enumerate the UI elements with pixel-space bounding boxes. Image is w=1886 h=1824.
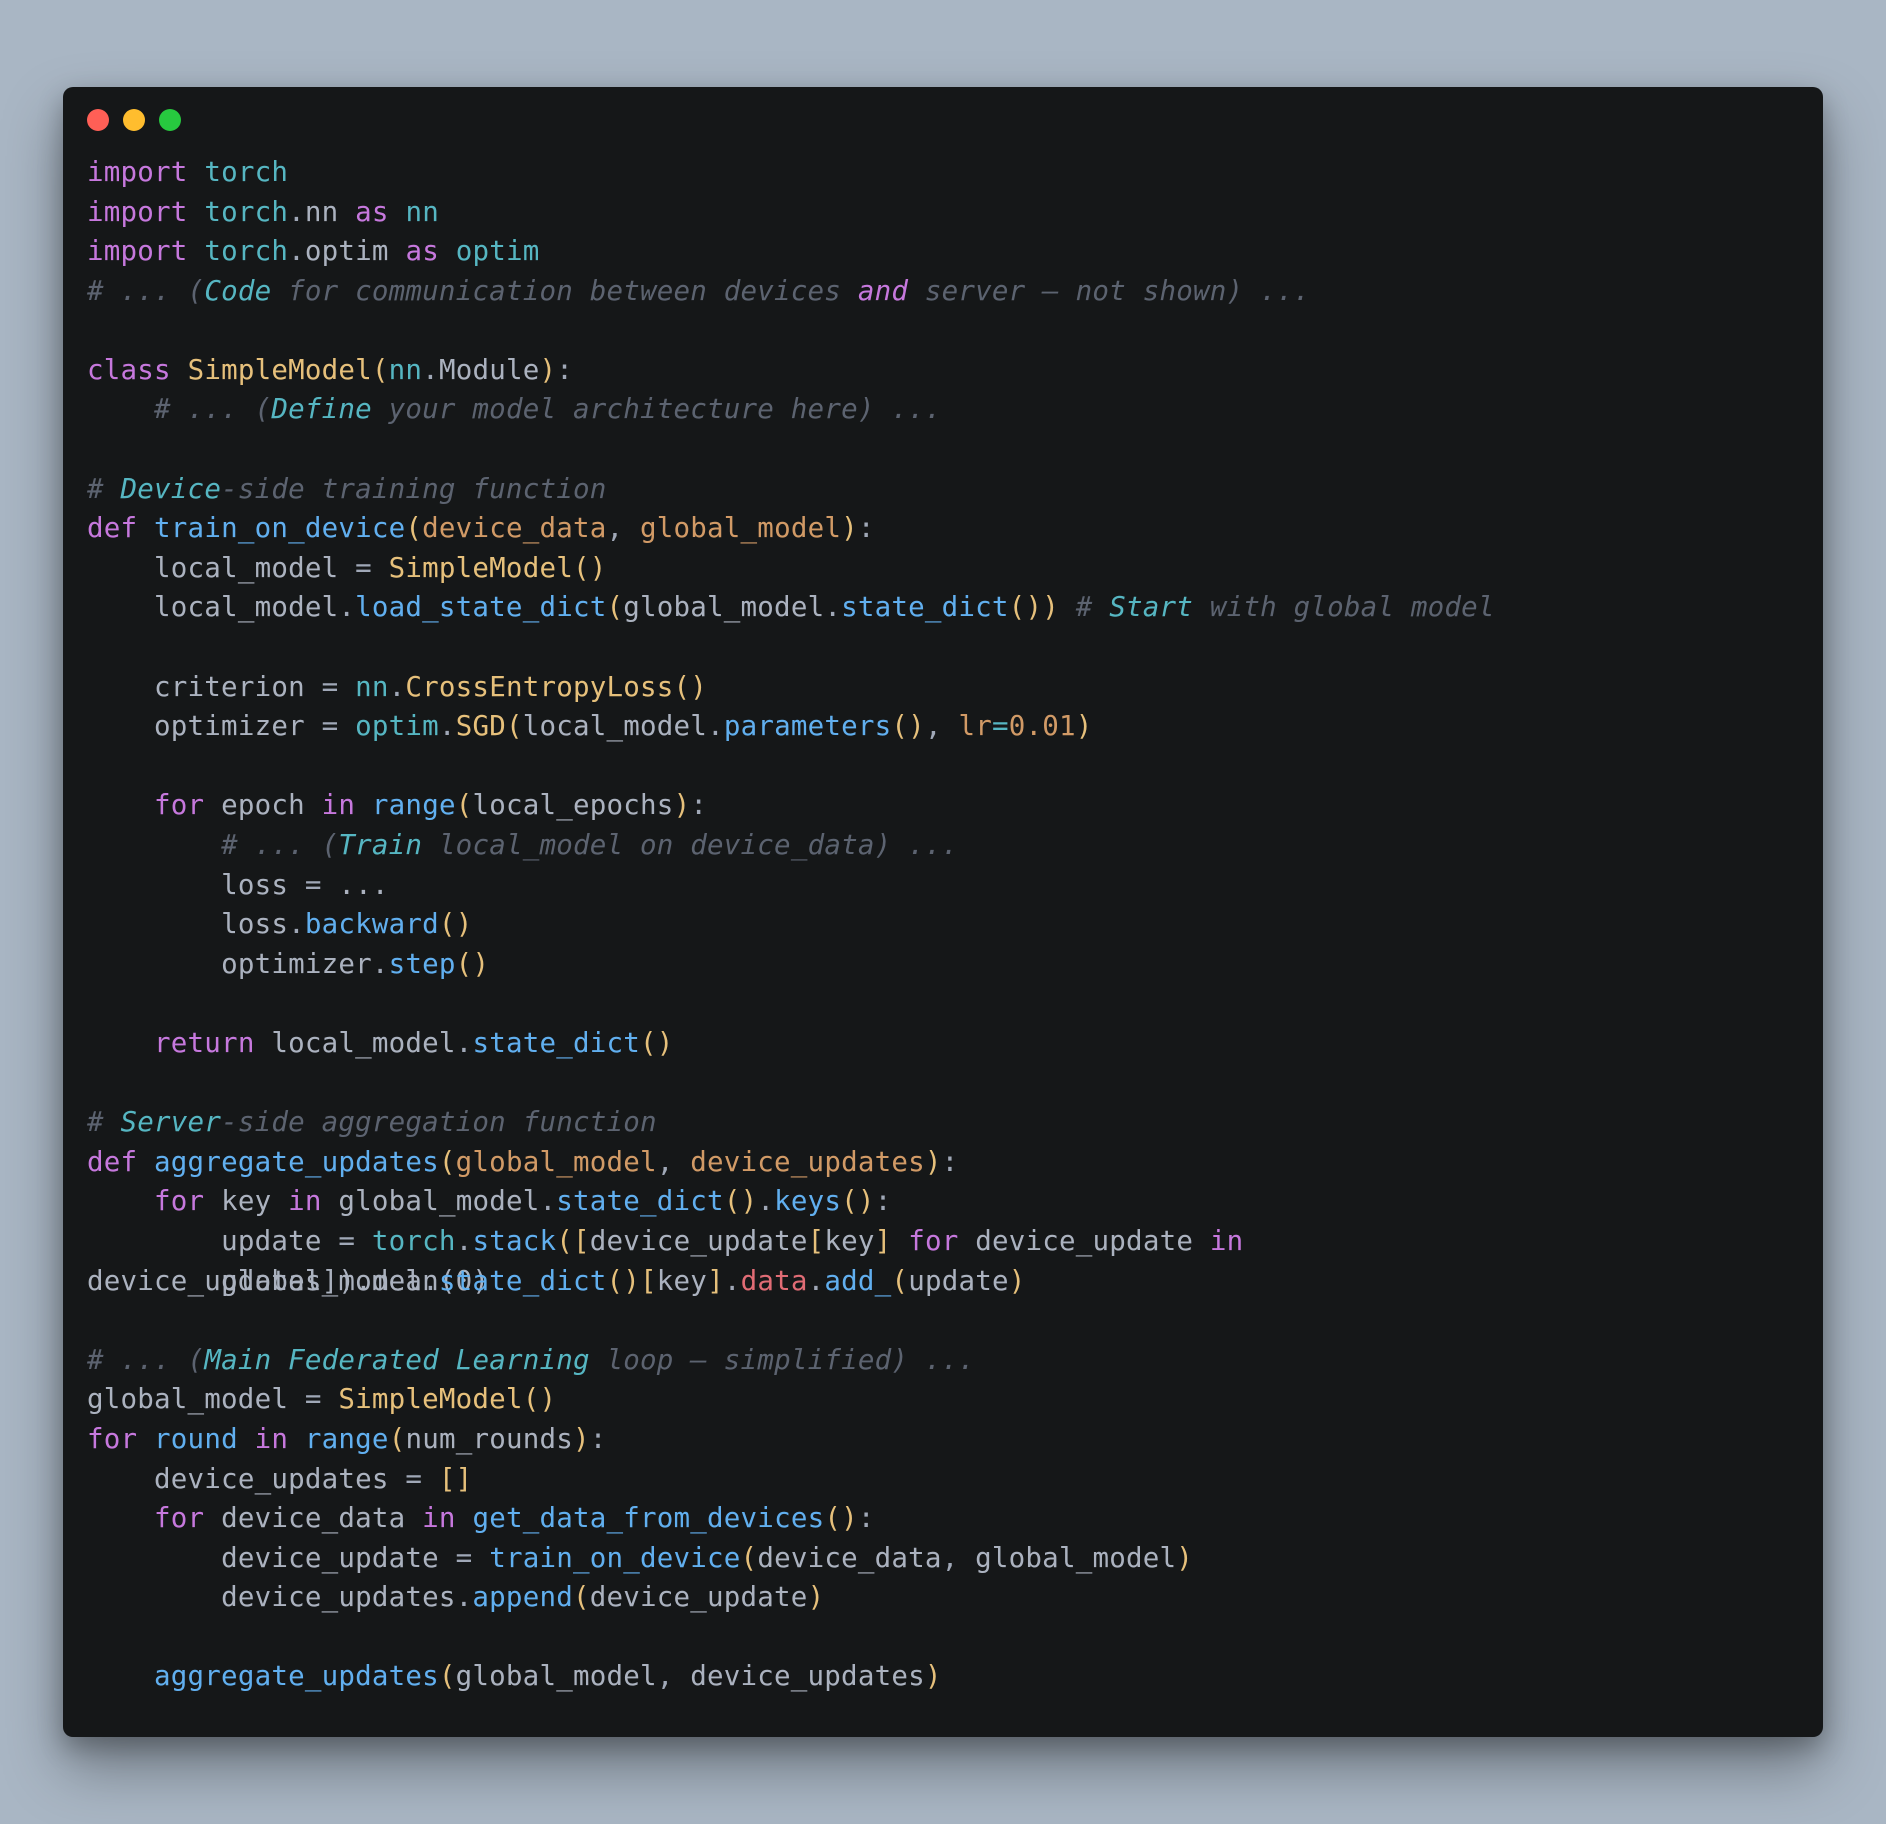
code-window: import torch import torch.nn as nn impor… [63, 87, 1823, 1737]
code-line: def train_on_device(device_data, global_… [87, 512, 875, 544]
code-line: local_model.load_state_dict(global_model… [87, 591, 1495, 623]
code-comment: # ... (Code for communication between de… [87, 275, 1310, 307]
code-line: def aggregate_updates(global_model, devi… [87, 1146, 958, 1178]
code-line: criterion = nn.CrossEntropyLoss() [87, 671, 707, 703]
code-line: device_updates = [] [87, 1463, 472, 1495]
code-line: return local_model.state_dict() [87, 1027, 674, 1059]
code-line-overlapped: device_updates]).mean(0) global_model.st… [87, 1262, 1799, 1302]
code-line: local_model = SimpleModel() [87, 552, 607, 584]
code-line: global_model = SimpleModel() [87, 1383, 556, 1415]
code-line: import torch.optim as optim [87, 235, 540, 267]
zoom-icon[interactable] [159, 109, 181, 131]
code-comment: # ... (Main Federated Learning loop – si… [87, 1344, 975, 1376]
code-line: aggregate_updates(global_model, device_u… [87, 1660, 942, 1692]
code-line: for round in range(num_rounds): [87, 1423, 607, 1455]
code-line: import torch.nn as nn [87, 196, 439, 228]
code-line: update = torch.stack([device_update[key]… [87, 1225, 1243, 1257]
titlebar [63, 87, 1823, 139]
code-line: loss.backward() [87, 908, 472, 940]
code-comment: # ... (Define your model architecture he… [87, 393, 942, 425]
code-line: for key in global_model.state_dict().key… [87, 1185, 891, 1217]
code-comment: # Device-side training function [87, 473, 606, 505]
code-comment: # Server-side aggregation function [87, 1106, 657, 1138]
minimize-icon[interactable] [123, 109, 145, 131]
code-line: for epoch in range(local_epochs): [87, 789, 707, 821]
code-comment: # ... (Train local_model on device_data)… [87, 829, 958, 861]
code-line: for device_data in get_data_from_devices… [87, 1502, 875, 1534]
close-icon[interactable] [87, 109, 109, 131]
code-line: optimizer.step() [87, 948, 489, 980]
code-line: device_update = train_on_device(device_d… [87, 1542, 1193, 1574]
code-line: optimizer = optim.SGD(local_model.parame… [87, 710, 1093, 742]
code-line: device_updates.append(device_update) [87, 1581, 824, 1613]
code-area[interactable]: import torch import torch.nn as nn impor… [63, 139, 1823, 1737]
code-line: class SimpleModel(nn.Module): [87, 354, 573, 386]
code-line: import torch [87, 156, 288, 188]
code-line: loss = ... [87, 869, 389, 901]
